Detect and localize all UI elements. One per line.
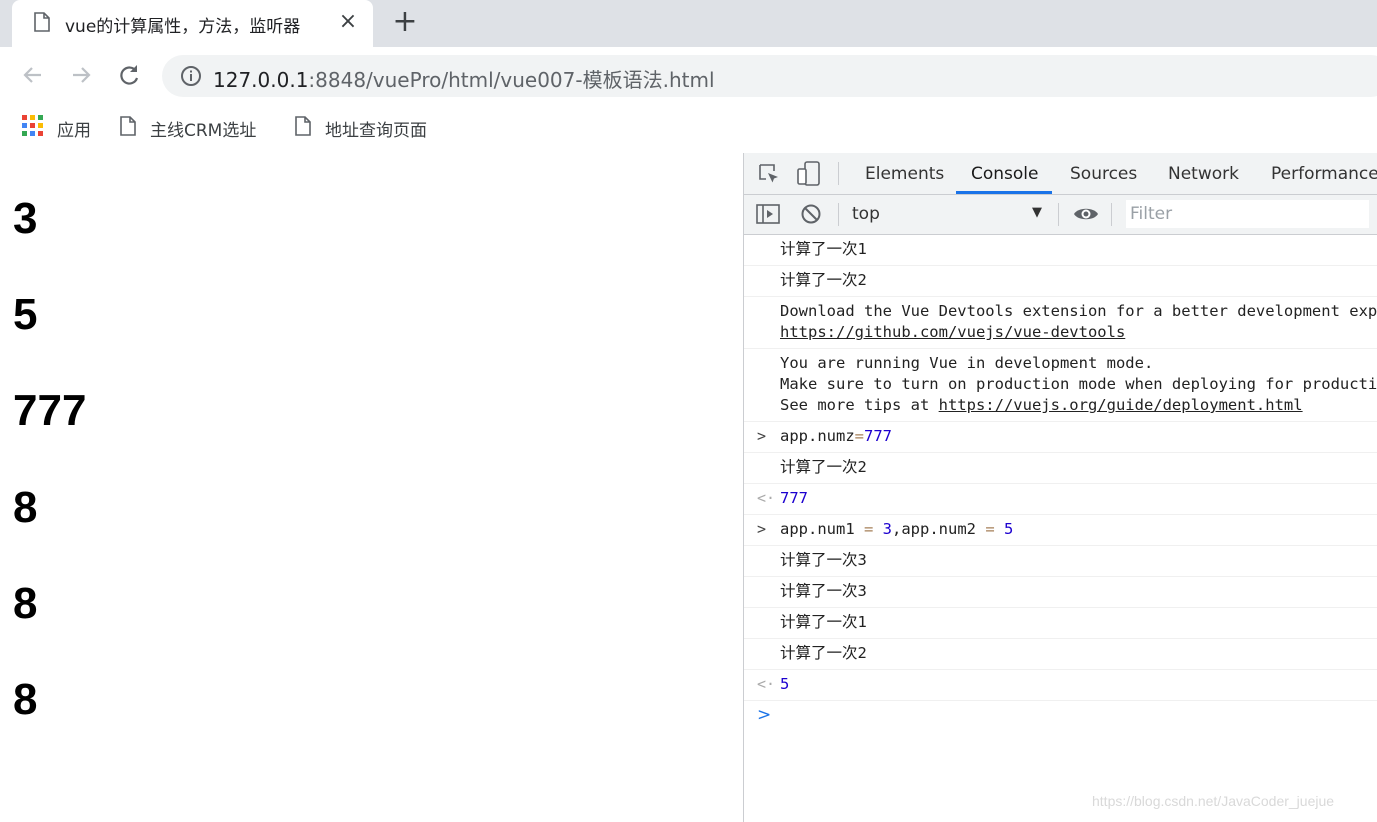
browser-toolbar: 127.0.0.1:8848/vuePro/html/vue007-模板语法.h…	[0, 47, 1377, 103]
bookmark-label: 主线CRM选址	[150, 120, 257, 141]
chevron-right-icon: >	[757, 427, 767, 445]
console-message: 计算了一次3	[744, 577, 1377, 608]
heading-method-sum: 8	[13, 579, 38, 628]
code-number: 5	[1004, 520, 1014, 538]
console-message: 计算了一次2	[744, 453, 1377, 484]
code-operator: =	[976, 520, 1004, 538]
console-toolbar: top ▼	[744, 195, 1377, 235]
console-message: 计算了一次2	[744, 639, 1377, 670]
page-viewport: 3 5 777 8 8 8	[0, 153, 743, 822]
page-icon	[295, 115, 311, 141]
page-icon	[120, 115, 136, 141]
result-value: 5	[780, 675, 790, 693]
log-text: You are running Vue in development mode.	[780, 354, 1154, 372]
result-value: 777	[780, 489, 808, 507]
reload-icon[interactable]	[115, 61, 143, 89]
inspect-element-icon[interactable]	[758, 163, 780, 189]
console-input: > app.num1 = 3,app.num2 = 5	[744, 515, 1377, 546]
log-text: 计算了一次2	[780, 644, 867, 662]
dropdown-arrow-icon[interactable]: ▼	[1032, 205, 1042, 220]
tab-performance[interactable]: Performance	[1271, 164, 1377, 184]
console-log: 计算了一次1 计算了一次2 Download the Vue Devtools …	[744, 235, 1377, 731]
filter-input[interactable]	[1126, 200, 1369, 228]
heading-watch-sum: 8	[13, 675, 38, 724]
log-text: Download the Vue Devtools extension for …	[780, 302, 1377, 320]
devtools-panel: Elements Console Sources Network Perform…	[743, 153, 1377, 822]
bookmark-crm[interactable]: 主线CRM选址	[120, 115, 257, 141]
url-host: 127.0.0.1	[213, 68, 309, 92]
bookmark-address-query[interactable]: 地址查询页面	[295, 115, 427, 141]
code-text: ,app.num2	[892, 520, 976, 538]
page-icon	[34, 12, 50, 36]
console-message: 计算了一次1	[744, 608, 1377, 639]
log-text: See more tips at	[780, 396, 939, 414]
console-input: > app.numz=777	[744, 422, 1377, 453]
prompt-chevron-icon: >	[757, 705, 772, 725]
console-result: <· 777	[744, 484, 1377, 515]
separator	[838, 162, 839, 185]
tab-network[interactable]: Network	[1168, 164, 1239, 184]
console-message: Download the Vue Devtools extension for …	[744, 297, 1377, 349]
separator	[838, 203, 839, 226]
browser-tab[interactable]: vue的计算属性，方法，监听器 ×	[12, 0, 373, 47]
deployment-guide-link[interactable]: https://vuejs.org/guide/deployment.html	[939, 396, 1303, 414]
tab-title: vue的计算属性，方法，监听器	[65, 17, 301, 37]
heading-num2: 5	[13, 290, 38, 339]
clear-console-icon[interactable]	[800, 203, 822, 229]
log-text: 计算了一次2	[780, 271, 867, 289]
chevron-left-icon: <·	[757, 675, 776, 693]
tab-elements[interactable]: Elements	[865, 164, 944, 184]
log-text: 计算了一次1	[780, 613, 867, 631]
new-tab-button[interactable]: +	[392, 7, 418, 37]
log-text: 计算了一次2	[780, 458, 867, 476]
log-text: 计算了一次1	[780, 240, 867, 258]
devtools-tabbar: Elements Console Sources Network Perform…	[744, 153, 1377, 195]
eye-icon[interactable]	[1073, 205, 1099, 227]
console-prompt[interactable]: >	[744, 701, 1377, 731]
address-bar[interactable]: 127.0.0.1:8848/vuePro/html/vue007-模板语法.h…	[162, 55, 1377, 97]
separator	[1058, 203, 1059, 226]
chevron-left-icon: <·	[757, 489, 776, 507]
back-arrow-icon[interactable]	[19, 61, 47, 89]
vue-devtools-link[interactable]: https://github.com/vuejs/vue-devtools	[780, 323, 1125, 341]
apps-grid-icon	[22, 115, 43, 141]
log-text: Make sure to turn on production mode whe…	[780, 375, 1377, 393]
code-number: 777	[864, 427, 892, 445]
console-message: You are running Vue in development mode.…	[744, 349, 1377, 422]
heading-numz: 777	[13, 386, 87, 435]
bookmark-apps[interactable]: 应用	[22, 115, 91, 141]
sidebar-toggle-icon[interactable]	[756, 203, 780, 229]
console-result: <· 5	[744, 670, 1377, 701]
close-icon[interactable]: ×	[337, 10, 359, 34]
code-text: app.num1	[780, 520, 855, 538]
console-message: 计算了一次3	[744, 546, 1377, 577]
context-selector[interactable]: top	[852, 204, 880, 224]
url-text[interactable]: 127.0.0.1:8848/vuePro/html/vue007-模板语法.h…	[213, 64, 715, 93]
active-tab-indicator	[956, 191, 1052, 194]
code-number: 3	[882, 520, 892, 538]
code-operator: =	[854, 427, 864, 445]
device-toggle-icon[interactable]	[797, 161, 821, 191]
bookmark-label: 应用	[57, 120, 91, 141]
heading-num1: 3	[13, 194, 38, 243]
tab-sources[interactable]: Sources	[1070, 164, 1137, 184]
info-icon[interactable]	[180, 65, 202, 91]
console-message: 计算了一次1	[744, 235, 1377, 266]
code-operator: =	[854, 520, 883, 538]
bookmarks-bar: 应用 主线CRM选址 地址查询页面	[0, 103, 1377, 153]
separator	[1111, 203, 1112, 226]
bookmark-label: 地址查询页面	[325, 120, 427, 141]
tab-console[interactable]: Console	[971, 164, 1039, 184]
console-message: 计算了一次2	[744, 266, 1377, 297]
log-text: 计算了一次3	[780, 551, 867, 569]
heading-computed-sum: 8	[13, 483, 38, 532]
code-text: app.numz	[780, 427, 855, 445]
chevron-right-icon: >	[757, 520, 767, 538]
url-path: :8848/vuePro/html/vue007-模板语法.html	[308, 68, 715, 92]
watermark: https://blog.csdn.net/JavaCoder_juejue	[1092, 793, 1335, 809]
forward-arrow-icon[interactable]	[67, 61, 95, 89]
tab-strip: vue的计算属性，方法，监听器 × +	[0, 0, 1377, 47]
log-text: 计算了一次3	[780, 582, 867, 600]
